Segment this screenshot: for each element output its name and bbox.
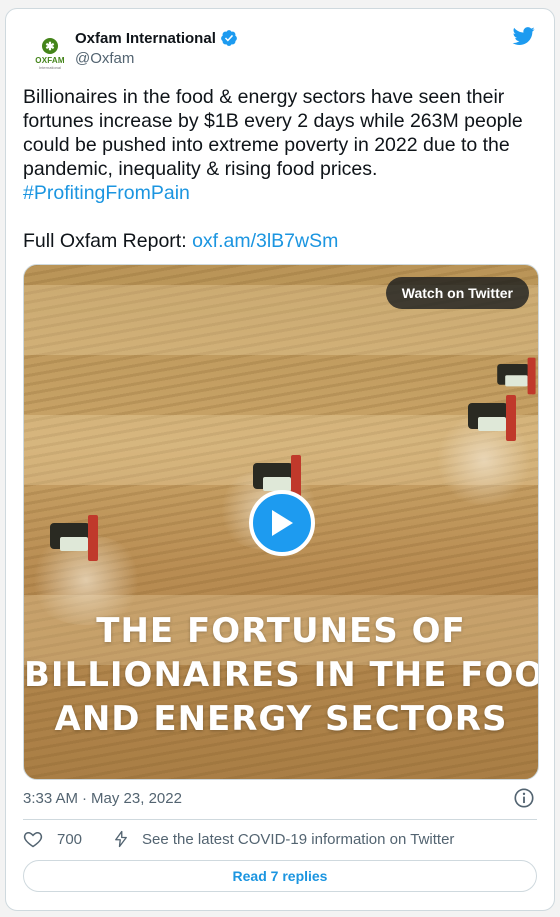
covid-info-link[interactable]: See the latest COVID-19 information on T… <box>112 829 454 849</box>
tweet-body: Billionaires in the food & energy sector… <box>23 86 523 180</box>
heart-icon <box>23 831 43 848</box>
covid-info-label: See the latest COVID-19 information on T… <box>142 830 455 848</box>
avatar[interactable]: ✱ OXFAM International <box>26 30 74 78</box>
report-link[interactable]: oxf.am/3lB7wSm <box>192 230 338 252</box>
video-thumbnail[interactable]: Watch on Twitter THE FORTUNES OF BILLION… <box>23 264 539 780</box>
tweet-actions: 700 See the latest COVID-19 information … <box>23 827 454 851</box>
harvester-image <box>36 515 106 561</box>
video-overlay-title: THE FORTUNES OF BILLIONAIRES IN THE FOOD… <box>24 609 538 741</box>
author-name-text: Oxfam International <box>75 29 216 47</box>
overlay-title-line: THE FORTUNES OF <box>96 611 466 651</box>
oxfam-logo-icon: ✱ <box>42 38 58 54</box>
author-display-name[interactable]: Oxfam International <box>75 29 238 47</box>
play-icon <box>272 510 293 536</box>
like-button[interactable]: 700 <box>23 829 82 849</box>
like-count: 700 <box>57 830 83 848</box>
tweet-card: ✱ OXFAM International Oxfam Internationa… <box>5 8 555 911</box>
tweet-timestamp[interactable]: 3:33 AM · May 23, 2022 <box>23 790 182 807</box>
avatar-brand-text: OXFAM <box>35 56 65 65</box>
overlay-title-line: AND ENERGY SECTORS <box>54 699 508 739</box>
tweet-time: 3:33 AM <box>23 790 79 807</box>
tweet-date: May 23, 2022 <box>91 790 182 807</box>
verified-badge-icon <box>220 30 237 46</box>
twitter-bird-icon[interactable] <box>511 25 537 47</box>
read-replies-button[interactable]: Read 7 replies <box>23 860 537 892</box>
author-handle[interactable]: @Oxfam <box>75 50 134 67</box>
watch-on-twitter-button[interactable]: Watch on Twitter <box>385 277 529 309</box>
info-icon[interactable] <box>513 787 535 809</box>
hashtag-link[interactable]: #ProfitingFromPain <box>23 182 190 204</box>
lightning-bolt-icon <box>115 830 127 848</box>
report-label: Full Oxfam Report: <box>23 230 187 252</box>
harvester-image <box>454 395 524 441</box>
avatar-brand-subtext: International <box>38 65 61 70</box>
timestamp-separator: · <box>82 790 88 807</box>
harvester-image <box>486 357 538 395</box>
tweet-text: Billionaires in the food & energy sector… <box>23 85 543 253</box>
overlay-title-line: BILLIONAIRES IN THE FOOD <box>24 655 539 695</box>
divider <box>23 819 537 820</box>
play-button[interactable] <box>249 490 315 556</box>
